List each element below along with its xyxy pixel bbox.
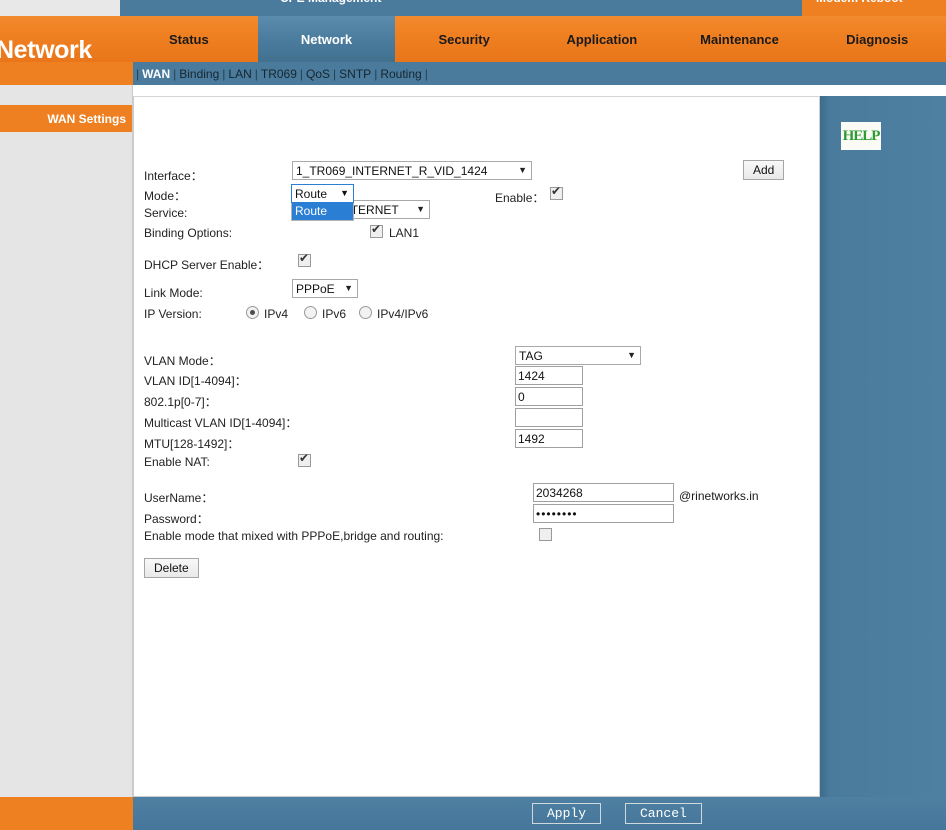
ip-version-ipv4ipv6-radio[interactable] [359,306,372,319]
top-status-strip: CPE Management Modem Reboot [0,0,946,16]
mixed-mode-checkbox[interactable] [539,528,552,541]
binding-lan1-label: LAN1 [389,226,420,240]
link-mode-select-value: PPPoE [296,281,335,296]
password-input[interactable] [533,504,674,523]
ip-version-ipv6-radio[interactable] [304,306,317,319]
interface-select-value: 1_TR069_INTERNET_R_VID_1424 [296,163,488,178]
sidebar-item-wan-settings[interactable]: WAN Settings [0,105,132,132]
dhcp-server-enable-label: DHCP Server Enable： [144,258,270,272]
mode-label: Mode： [144,189,187,203]
subnav-item-binding[interactable]: Binding [179,67,219,81]
interface-select[interactable]: 1_TR069_INTERNET_R_VID_1424 ▼ [292,161,532,180]
username-input[interactable] [533,483,674,502]
mixed-mode-label: Enable mode that mixed with PPPoE,bridge… [144,529,444,543]
mtu-label: MTU[128-1492]： [144,437,240,451]
chevron-down-icon: ▼ [627,350,636,360]
enable-nat-label: Enable NAT: [144,455,210,469]
main-content-panel: Interface： 1_TR069_INTERNET_R_VID_1424 ▼… [133,96,820,797]
add-button[interactable]: Add [743,160,785,180]
modem-reboot-label: Modem Reboot [816,0,903,5]
brand-title: Network [0,36,92,64]
cpe-management-label: CPE Management [280,0,381,5]
binding-lan1-checkbox[interactable] [370,223,383,238]
subnav-item-qos[interactable]: QoS [306,67,330,81]
main-tab-bar: Status Network Security Application Main… [120,16,946,62]
footer-bar: Apply Cancel [133,797,946,830]
subnav-separator-0: | [136,66,140,81]
service-label: Service: [144,206,188,220]
tab-maintenance[interactable]: Maintenance [671,16,809,62]
chevron-down-icon: ▼ [518,165,527,175]
subnav-separator-4: | [299,66,304,81]
link-mode-label: Link Mode: [144,286,203,300]
mode-option-route[interactable]: Route [292,203,353,220]
chevron-down-icon: ▼ [416,204,425,214]
subnav-separator-7: | [424,66,428,81]
delete-button[interactable]: Delete [144,558,199,578]
multicast-vlan-id-label: Multicast VLAN ID[1-4094]： [144,416,298,430]
ip-version-ipv4-radio[interactable] [246,306,259,319]
tab-diagnosis[interactable]: Diagnosis [808,16,946,62]
enable-nat-checkbox[interactable] [298,452,311,467]
dot1p-label: 802.1p[0-7]： [144,395,217,409]
binding-options-label: Binding Options: [144,226,233,240]
subnav-item-tr069[interactable]: TR069 [261,67,297,81]
tab-security[interactable]: Security [395,16,533,62]
username-domain-suffix: @rinetworks.in [679,489,759,503]
cancel-button[interactable]: Cancel [625,803,702,824]
chevron-down-icon: ▼ [340,188,349,198]
footer-left-filler [0,797,133,830]
subnav-separator-2: | [222,66,226,81]
link-mode-select[interactable]: PPPoE ▼ [292,279,358,298]
ip-version-ipv4ipv6-label: IPv4/IPv6 [377,307,429,321]
vlan-id-input[interactable] [515,366,583,385]
dot1p-input[interactable] [515,387,583,406]
username-label: UserName： [144,491,214,505]
vlan-id-label: VLAN ID[1-4094]： [144,374,247,388]
vlan-mode-select-value: TAG [519,348,543,363]
subnav-separator-6: | [374,66,378,81]
top-strip-orange-segment: Modem Reboot [802,0,946,16]
left-sidebar: WAN Settings [0,85,133,797]
subnav-item-wan[interactable]: WAN [142,67,170,81]
apply-button[interactable]: Apply [532,803,602,824]
right-help-panel: HELP [820,96,946,797]
subnav-separator-1: | [173,66,177,81]
subnav-item-routing[interactable]: Routing [380,67,421,81]
mtu-input[interactable] [515,429,583,448]
ip-version-ipv4-label: IPv4 [264,307,289,321]
tab-status[interactable]: Status [120,16,258,62]
subnav-item-lan[interactable]: LAN [228,67,251,81]
subnav-separator-5: | [333,66,337,81]
vlan-mode-select[interactable]: TAG ▼ [515,346,641,365]
ip-version-label: IP Version: [144,307,202,321]
subnav-separator-3: | [254,66,258,81]
subnav-left-filler [0,62,133,85]
tab-network[interactable]: Network [257,16,396,62]
help-button[interactable]: HELP [841,122,881,150]
password-label: Password： [144,512,209,526]
chevron-down-icon: ▼ [344,283,353,293]
sub-navigation-bar: | WAN | Binding | LAN | TR069 | QoS | SN… [133,62,946,85]
ip-version-ipv6-label: IPv6 [322,307,347,321]
top-strip-blue-segment: CPE Management [120,0,802,16]
dhcp-server-enable-checkbox[interactable] [298,252,311,267]
interface-label: Interface： [144,169,203,183]
subnav-item-sntp[interactable]: SNTP [339,67,371,81]
enable-label: Enable： [495,191,545,205]
vlan-mode-label: VLAN Mode： [144,354,221,368]
mode-select-value: Route [295,186,328,201]
mode-select[interactable]: Route ▼ [291,184,354,203]
tab-application[interactable]: Application [533,16,671,62]
mode-select-dropdown-list[interactable]: Route [291,203,354,221]
multicast-vlan-id-input[interactable] [515,408,583,427]
enable-checkbox[interactable] [550,185,563,200]
